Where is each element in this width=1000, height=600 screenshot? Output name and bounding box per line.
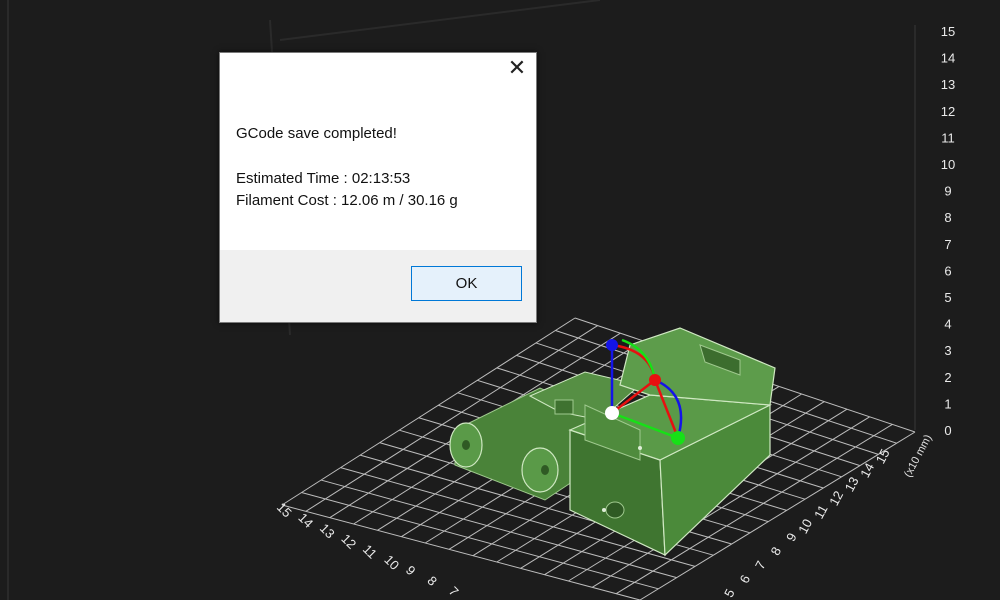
gcode-save-dialog: ✕ GCode save completed! Estimated Time :… <box>219 52 537 323</box>
axis-tick-label: 5 <box>721 586 738 599</box>
axis-tick-label: 6 <box>737 572 754 585</box>
axis-tick-label: 13 <box>842 474 862 494</box>
axis-tick-label: 15 <box>873 446 893 466</box>
gizmo-z-handle[interactable] <box>606 339 618 351</box>
gizmo-origin-handle[interactable] <box>605 406 619 420</box>
axis-tick-label: 4 <box>944 317 951 332</box>
axis-tick-label: 7 <box>446 584 462 600</box>
estimated-time-text: Estimated Time : 02:13:53 <box>236 170 411 187</box>
ok-button[interactable]: OK <box>411 266 522 301</box>
axis-tick-label: 0 <box>944 423 951 438</box>
axis-tick-label: 11 <box>941 130 955 145</box>
axis-tick-label: 14 <box>857 460 877 480</box>
axis-unit-label: (x10 mm) <box>902 433 934 480</box>
z-axis-ticks: 1514131211109876543210 <box>941 24 955 438</box>
axis-tick-label: 12 <box>338 531 359 552</box>
axis-tick-label: 9 <box>944 184 951 199</box>
axis-tick-label: 7 <box>944 237 951 252</box>
axis-tick-label: 8 <box>768 544 785 557</box>
axis-tick-label: 5 <box>944 290 951 305</box>
gizmo-y-handle[interactable] <box>671 431 685 445</box>
axis-tick-label: 12 <box>826 488 846 508</box>
axis-tick-label: 3 <box>944 343 951 358</box>
axis-tick-label: 11 <box>811 502 831 521</box>
axis-tick-label: 10 <box>795 516 815 536</box>
axis-tick-label: 9 <box>403 563 419 579</box>
axis-tick-label: 13 <box>317 521 338 542</box>
axis-tick-label: 11 <box>360 542 380 562</box>
close-icon[interactable]: ✕ <box>504 57 530 81</box>
axis-tick-label: 6 <box>944 263 951 278</box>
axis-tick-label: 9 <box>783 530 800 543</box>
axis-tick-label: 8 <box>944 210 951 225</box>
axis-tick-label: 10 <box>941 157 955 172</box>
filament-cost-text: Filament Cost : 12.06 m / 30.16 g <box>236 192 458 209</box>
axis-tick-label: 12 <box>941 104 955 119</box>
axis-tick-label: 15 <box>941 24 955 39</box>
gizmo-rotate-handle[interactable] <box>649 374 661 386</box>
dialog-footer: OK <box>220 250 536 322</box>
dialog-message: GCode save completed! <box>236 125 397 142</box>
axis-tick-label: 8 <box>424 573 440 589</box>
axis-tick-label: 1 <box>944 396 951 411</box>
axis-tick-label: 2 <box>944 370 951 385</box>
axis-tick-label: 10 <box>381 552 402 573</box>
axis-tick-label: 7 <box>752 558 769 571</box>
axis-tick-label: 15 <box>274 500 295 521</box>
axis-tick-label: 13 <box>941 77 955 92</box>
axis-tick-label: 14 <box>941 51 955 66</box>
